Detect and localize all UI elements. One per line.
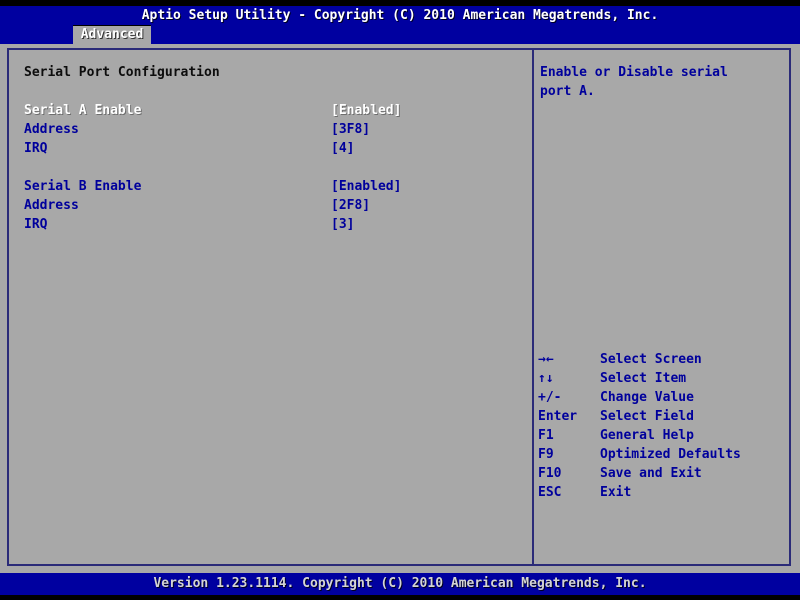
legend-action: Optimized Defaults [600, 447, 741, 462]
legend-action: Select Screen [600, 352, 702, 367]
option-value: [2F8] [331, 196, 370, 215]
help-panel: Enable or Disable serial port A. [540, 63, 788, 101]
option-serial-b-irq[interactable]: IRQ [3] [24, 215, 524, 234]
option-label: IRQ [24, 141, 47, 156]
legend-optimized-defaults: F9Optimized Defaults [538, 445, 790, 464]
legend-key: F9 [538, 445, 600, 464]
legend-key: ESC [538, 483, 600, 502]
help-line: port A. [540, 82, 788, 101]
key-legend: →←Select Screen ↑↓Select Item +/-Change … [538, 350, 790, 502]
option-serial-a-address[interactable]: Address [3F8] [24, 120, 524, 139]
option-label: IRQ [24, 217, 47, 232]
legend-key: F10 [538, 464, 600, 483]
left-right-arrows-icon: →← [538, 350, 600, 369]
option-value: [3F8] [331, 120, 370, 139]
option-label: Address [24, 198, 79, 213]
help-line: Enable or Disable serial [540, 63, 788, 82]
legend-general-help: F1General Help [538, 426, 790, 445]
legend-exit: ESCExit [538, 483, 790, 502]
option-label: Address [24, 122, 79, 137]
tab-advanced[interactable]: Advanced [73, 25, 151, 44]
tab-advanced-label: Advanced [81, 27, 144, 42]
legend-key: F1 [538, 426, 600, 445]
option-list: Serial A Enable [Enabled] Address [3F8] … [24, 101, 524, 253]
section-title: Serial Port Configuration [24, 63, 220, 82]
option-serial-a-irq[interactable]: IRQ [4] [24, 139, 524, 158]
option-serial-a-enable[interactable]: Serial A Enable [Enabled] [24, 101, 524, 120]
option-value: [Enabled] [331, 177, 401, 196]
option-label: Serial B Enable [24, 179, 141, 194]
title-bar: Aptio Setup Utility - Copyright (C) 2010… [0, 6, 800, 26]
option-value: [3] [331, 215, 354, 234]
version-text: Version 1.23.1114. Copyright (C) 2010 Am… [153, 576, 646, 591]
serial-a-group: Serial A Enable [Enabled] Address [3F8] … [24, 101, 524, 158]
version-bar: Version 1.23.1114. Copyright (C) 2010 Am… [0, 573, 800, 595]
legend-key: +/- [538, 388, 600, 407]
serial-b-group: Serial B Enable [Enabled] Address [2F8] … [24, 177, 524, 234]
legend-action: Select Item [600, 371, 686, 386]
legend-action: Exit [600, 485, 631, 500]
panel-divider [532, 50, 534, 564]
legend-action: General Help [600, 428, 694, 443]
legend-select-screen: →←Select Screen [538, 350, 790, 369]
app-title: Aptio Setup Utility - Copyright (C) 2010… [142, 8, 659, 23]
up-down-arrows-icon: ↑↓ [538, 369, 600, 388]
legend-change-value: +/-Change Value [538, 388, 790, 407]
legend-save-and-exit: F10Save and Exit [538, 464, 790, 483]
tab-row: Advanced [0, 26, 800, 44]
option-serial-b-enable[interactable]: Serial B Enable [Enabled] [24, 177, 524, 196]
legend-action: Save and Exit [600, 466, 702, 481]
option-value: [Enabled] [331, 101, 401, 120]
option-value: [4] [331, 139, 354, 158]
main-frame: Serial Port Configuration Serial A Enabl… [7, 48, 791, 566]
legend-select-item: ↑↓Select Item [538, 369, 790, 388]
option-serial-b-address[interactable]: Address [2F8] [24, 196, 524, 215]
bios-screen: Aptio Setup Utility - Copyright (C) 2010… [0, 0, 800, 600]
option-label: Serial A Enable [24, 103, 141, 118]
legend-select-field: EnterSelect Field [538, 407, 790, 426]
legend-action: Select Field [600, 409, 694, 424]
legend-action: Change Value [600, 390, 694, 405]
legend-key: Enter [538, 407, 600, 426]
